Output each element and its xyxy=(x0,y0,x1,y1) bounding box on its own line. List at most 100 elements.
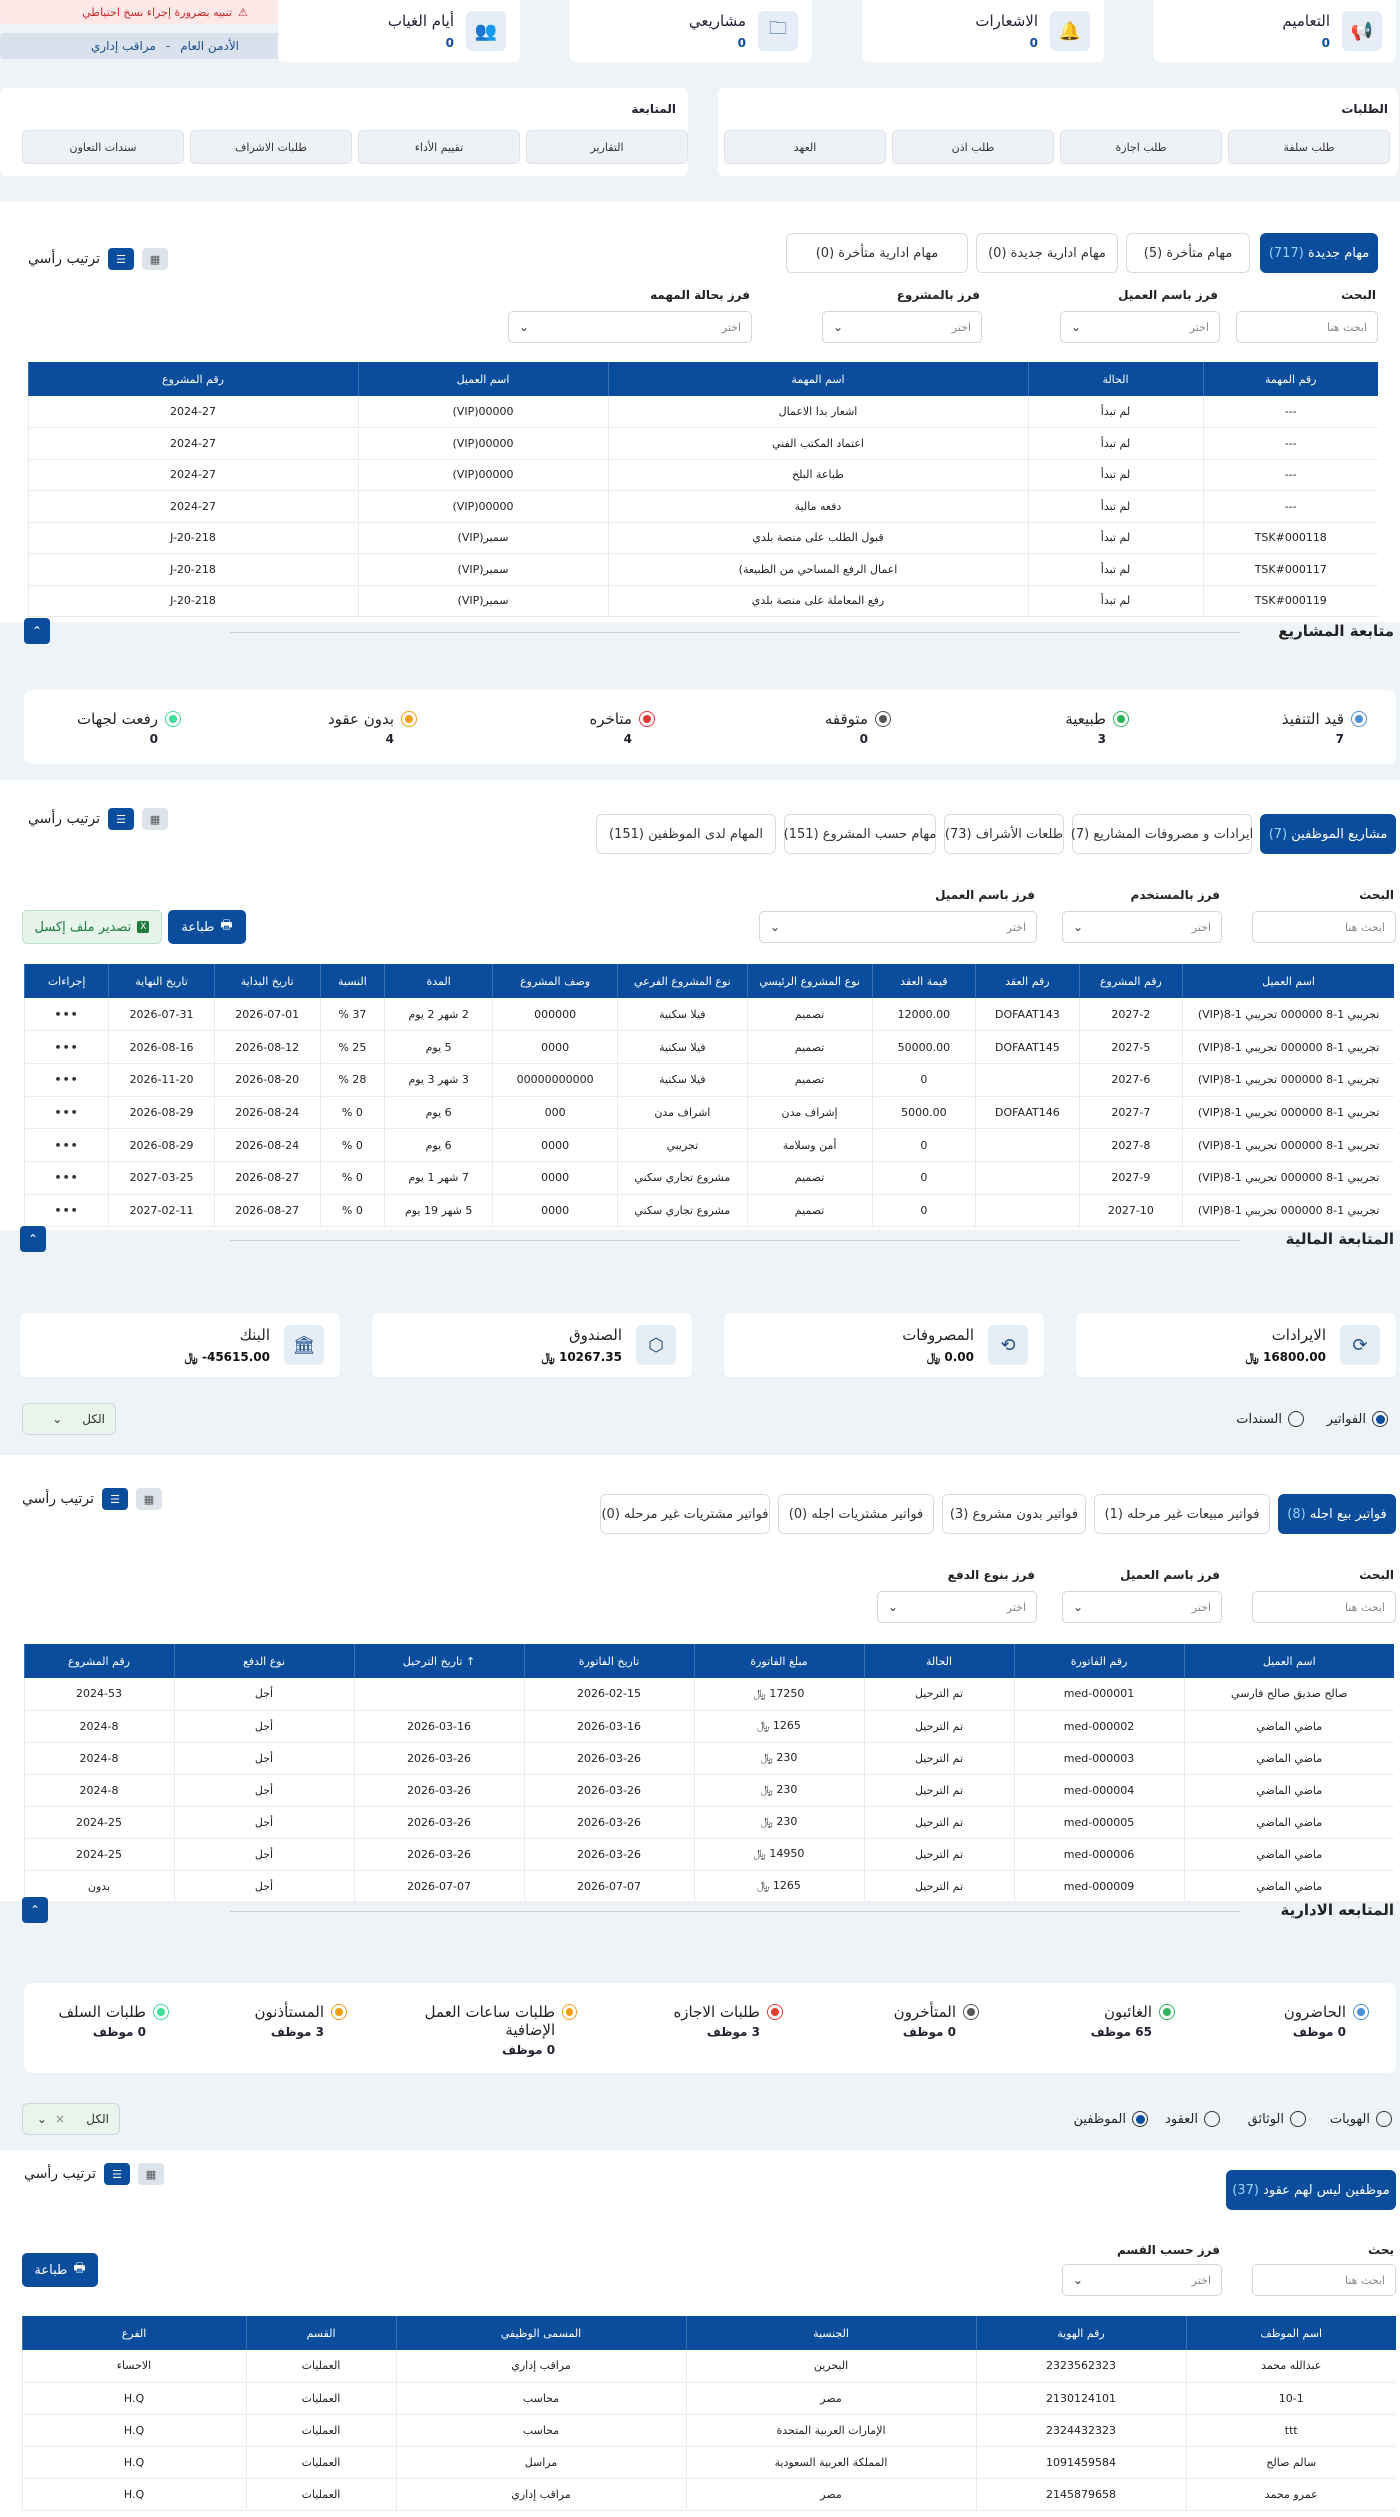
row-actions-icon[interactable]: ••• xyxy=(23,1161,109,1195)
finance-card-expense[interactable]: ⟲ المصروفات 0.00 ﷼ xyxy=(724,1313,1044,1377)
tasks-filter-1[interactable]: اختر ⌄ xyxy=(1060,311,1220,343)
table-row[interactable]: تجريبي 1-8 000000 تجريبي 1-8(VIP) 2027-9 0… xyxy=(23,1161,1394,1195)
request-button-1[interactable]: طلب اجازة xyxy=(1060,130,1222,164)
tasks-tab-1[interactable]: مهام متأخرة (5) xyxy=(1126,233,1250,273)
projects-tab-4[interactable]: المهام لدى الموظفين (151) xyxy=(596,814,776,854)
status-item-3[interactable]: متاخره 4 xyxy=(589,710,654,746)
status-item-5[interactable]: رفعت لجهات 0 xyxy=(77,710,180,746)
request-button-0[interactable]: طلب سلفة xyxy=(1228,130,1390,164)
grid-view-icon[interactable]: ▦ xyxy=(138,2163,164,2185)
finance-filter-select[interactable]: الكل ⌄ xyxy=(22,1403,116,1435)
table-row[interactable]: صالح صديق صالح فارسي med-000001 تم الترحيل… xyxy=(23,1678,1394,1711)
column-header[interactable]: الحالة xyxy=(863,1644,1014,1678)
column-header[interactable]: الحالة xyxy=(1027,362,1203,396)
projects-tab-3[interactable]: مهام حسب المشروع (151) xyxy=(784,814,936,854)
finance-tab-4[interactable]: فواتير مشتريات غير مرحله (0) xyxy=(600,1494,770,1534)
status-item-5[interactable]: المستأذنون 3 موظف xyxy=(254,2003,346,2039)
status-item-0[interactable]: قيد التنفيذ 7 xyxy=(1282,710,1366,746)
column-header[interactable]: نوع الدفع xyxy=(173,1644,354,1678)
list-view-icon[interactable]: ☰ xyxy=(108,248,134,270)
table-row[interactable]: ماضي الماضي med-000003 تم الترحيل 230 ﷼ 2026… xyxy=(23,1742,1394,1775)
column-header[interactable]: قيمة العقد xyxy=(871,964,976,998)
admin-radio-1[interactable]: الوثائق xyxy=(1248,2111,1306,2127)
projects-tab-2[interactable]: طلعات الأشراف (73) xyxy=(944,814,1064,854)
table-row[interactable]: عبدالله محمد 2323562323 البحرين مراقب إداري… xyxy=(21,2350,1396,2383)
admin-radio-2[interactable]: العقود xyxy=(1165,2111,1220,2127)
column-header[interactable]: رقم الهوية xyxy=(975,2316,1186,2350)
admin-filter-0[interactable]: ابحث هنا xyxy=(1252,2264,1396,2296)
print-button[interactable]: 🖶 طباعة xyxy=(168,910,246,944)
status-item-3[interactable]: طلبات الاجازه 3 موظف xyxy=(673,2003,782,2039)
column-header[interactable]: المدة xyxy=(384,964,493,998)
finance-tab-1[interactable]: فواتير مبيعات غير مرحله (1) xyxy=(1094,1494,1270,1534)
status-item-4[interactable]: بدون عقود 4 xyxy=(328,710,416,746)
column-header[interactable]: النسبة xyxy=(319,964,385,998)
tasks-tab-3[interactable]: مهام ادارية متأخرة (0) xyxy=(786,233,968,273)
column-header[interactable]: رقم المشروع xyxy=(23,1644,174,1678)
admin-filter-select[interactable]: الكل × ⌄ xyxy=(22,2103,120,2135)
stat-card-folder[interactable]: 🗀 مشاريعي 0 xyxy=(570,0,812,62)
column-header[interactable]: الجنسية xyxy=(685,2316,976,2350)
table-row[interactable]: --- لم تبدأ اشعار بدا الاعمال 00000(VIP) 202… xyxy=(27,396,1378,428)
collapse-admin-icon[interactable]: ⌃ xyxy=(22,1897,48,1923)
request-button-3[interactable]: العهد xyxy=(724,130,886,164)
column-header[interactable]: رقم المشروع xyxy=(1078,964,1183,998)
followup-button-0[interactable]: التقارير xyxy=(526,130,688,164)
status-item-0[interactable]: الحاضرون 0 موظف xyxy=(1284,2003,1368,2039)
finance-card-bank[interactable]: 🏛 البنك 45615.00- ﷼ xyxy=(20,1313,340,1377)
column-header[interactable]: اسم العميل xyxy=(357,362,608,396)
column-header[interactable]: نوع المشروع الرئيسي xyxy=(746,964,873,998)
column-header[interactable]: الفرع xyxy=(21,2316,246,2350)
table-row[interactable]: ماضي الماضي med-000006 تم الترحيل 14950 ﷼ 20… xyxy=(23,1838,1394,1871)
projects-filter-2[interactable]: اختر ⌄ xyxy=(759,911,1037,943)
column-header[interactable]: إجراءات xyxy=(23,964,109,998)
finance-radio-1[interactable]: السندات xyxy=(1236,1411,1304,1427)
table-row[interactable]: ماضي الماضي med-000002 تم الترحيل 1265 ﷼ 202… xyxy=(23,1710,1394,1743)
tasks-filter-3[interactable]: اختر ⌄ xyxy=(508,311,752,343)
admin-print-button[interactable]: 🖶 طباعة xyxy=(22,2253,98,2287)
column-header[interactable]: رقم الفاتورة xyxy=(1013,1644,1184,1678)
column-header[interactable]: نوع المشروع الفرعي xyxy=(617,964,748,998)
column-header[interactable]: مبلغ الفاتورة xyxy=(693,1644,864,1678)
admin-filter-1[interactable]: اختر ⌄ xyxy=(1062,2264,1222,2296)
table-row[interactable]: تجريبي 1-8 000000 تجريبي 1-8(VIP) 2027-5 D… xyxy=(23,1030,1394,1064)
stat-card-bell[interactable]: 🔔 الاشعارات 0 xyxy=(862,0,1104,62)
clear-icon[interactable]: × xyxy=(55,2112,65,2126)
list-view-icon[interactable]: ☰ xyxy=(104,2163,130,2185)
finance-tab-3[interactable]: فواتير مشتريات اجله (0) xyxy=(778,1494,934,1534)
column-header[interactable]: اسم الموظف xyxy=(1185,2316,1396,2350)
table-row[interactable]: تجريبي 1-8 000000 تجريبي 1-8(VIP) 2027-7 D… xyxy=(23,1096,1394,1130)
admin-radio-0[interactable]: الهويات xyxy=(1330,2111,1392,2127)
collapse-projects-icon[interactable]: ⌃ xyxy=(24,618,50,644)
row-actions-icon[interactable]: ••• xyxy=(23,1128,109,1162)
finance-filter-0[interactable]: ابحث هنا xyxy=(1252,1591,1396,1623)
column-header[interactable]: المسمى الوظيفي xyxy=(395,2316,686,2350)
table-row[interactable]: --- لم تبدأ طباعة البلخ 00000(VIP) 2024-27 xyxy=(27,459,1378,491)
request-button-2[interactable]: طلب اذن xyxy=(892,130,1054,164)
list-view-icon[interactable]: ☰ xyxy=(102,1488,128,1510)
grid-view-icon[interactable]: ▦ xyxy=(136,1488,162,1510)
table-row[interactable]: ماضي الماضي med-000004 تم الترحيل 230 ﷼ 2026… xyxy=(23,1774,1394,1807)
table-row[interactable]: ttt 2324432323 الإمارات العربية المتحدة محا… xyxy=(21,2414,1396,2447)
column-header[interactable]: وصف المشروع xyxy=(492,964,618,998)
status-item-4[interactable]: طلبات ساعات العمل الإضافية 0 موظف xyxy=(396,2003,576,2057)
row-actions-icon[interactable]: ••• xyxy=(23,1030,109,1064)
table-row[interactable]: ماضي الماضي med-000005 تم الترحيل 230 ﷼ 2026… xyxy=(23,1806,1394,1839)
grid-view-icon[interactable]: ▦ xyxy=(142,248,168,270)
grid-view-icon[interactable]: ▦ xyxy=(142,808,168,830)
stat-card-megaphone[interactable]: 📢 التعاميم 0 xyxy=(1154,0,1396,62)
table-row[interactable]: TSK#000119 لم تبدأ رفع المعاملة على منصة ب… xyxy=(27,585,1378,617)
table-row[interactable]: سالم صالح 1091459584 المملكة العربية السعو… xyxy=(21,2446,1396,2479)
projects-filter-0[interactable]: ابحث هنا xyxy=(1252,911,1396,943)
table-row[interactable]: 10-1 2130124101 مصر محاسب العمليات H.Q xyxy=(21,2382,1396,2415)
tasks-filter-0[interactable]: ابحث هنا xyxy=(1236,311,1378,343)
projects-tab-1[interactable]: ايرادات و مصروفات المشاريع (7) xyxy=(1071,814,1253,854)
row-actions-icon[interactable]: ••• xyxy=(23,1096,109,1130)
tab-employees-without-contracts[interactable]: موظفين ليس لهم عقود (37) xyxy=(1226,2170,1396,2210)
column-header[interactable]: تاريخ النهاية xyxy=(108,964,215,998)
row-actions-icon[interactable]: ••• xyxy=(23,998,109,1032)
stat-card-users[interactable]: 👥 أيام الغياب 0 xyxy=(278,0,520,62)
column-header[interactable]: رقم المشروع xyxy=(27,362,358,396)
column-header[interactable]: اسم المهمة xyxy=(607,362,1028,396)
finance-filter-1[interactable]: اختر ⌄ xyxy=(1062,1591,1222,1623)
